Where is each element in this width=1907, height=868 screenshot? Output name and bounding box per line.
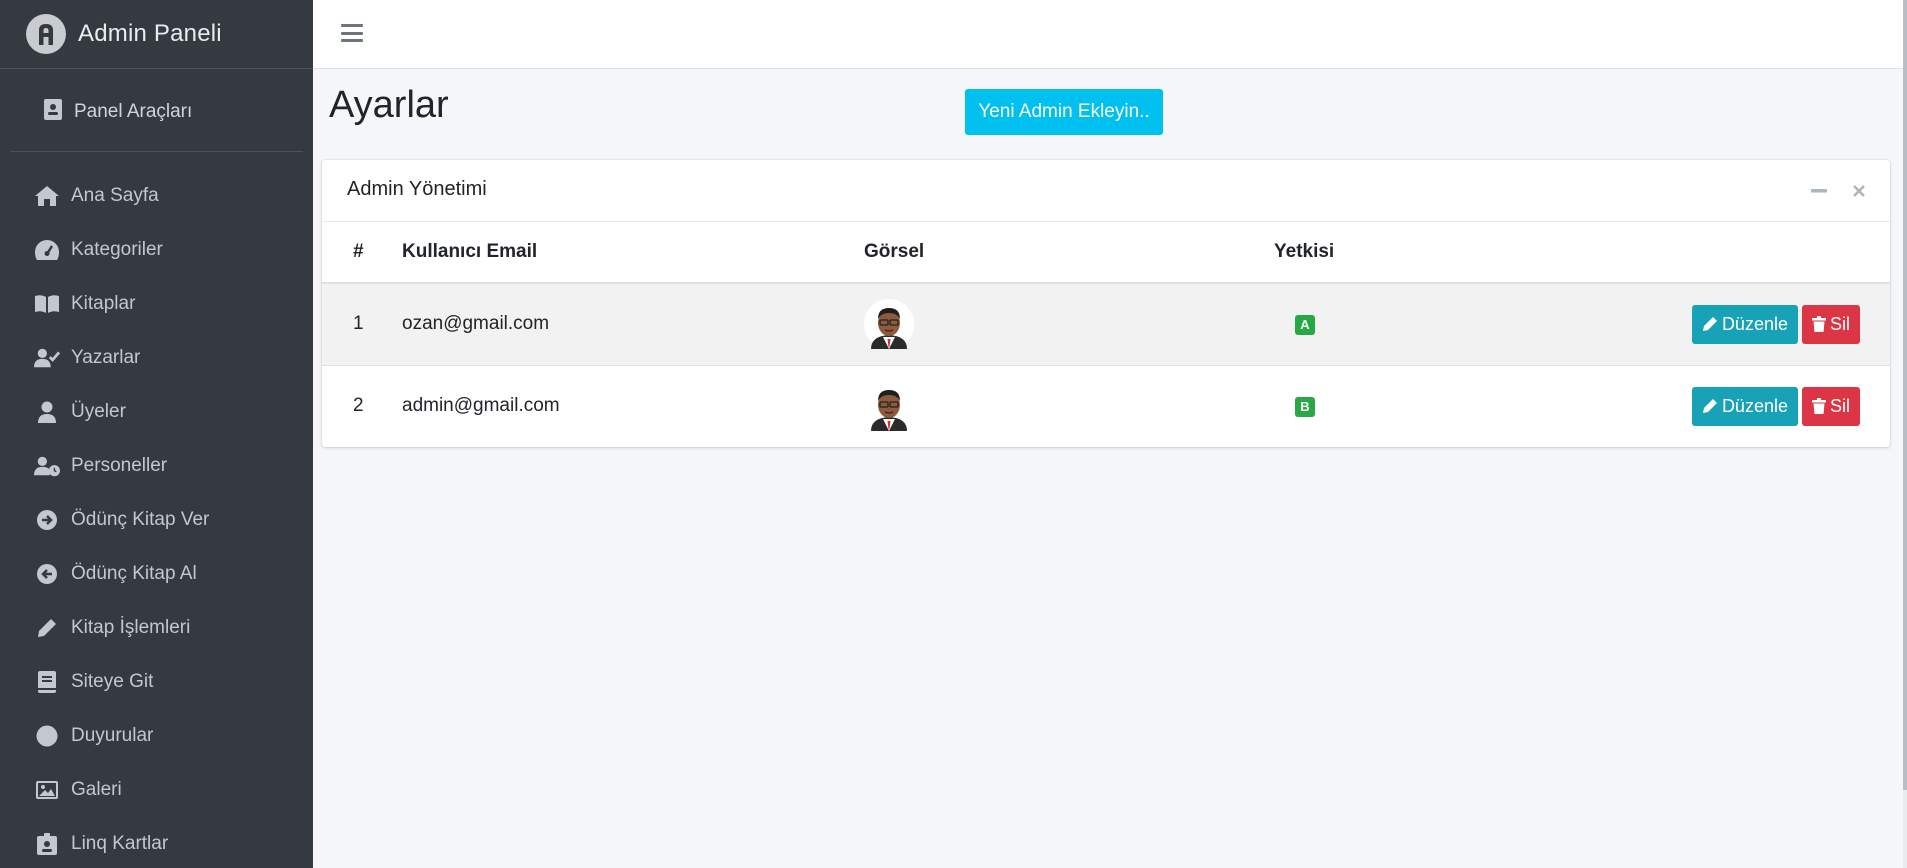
edit-button-label: Düzenle — [1721, 313, 1788, 334]
collapse-icon[interactable] — [1809, 181, 1829, 201]
row-actions-cell: Düzenle Sil — [1474, 282, 1890, 365]
column-header-actions — [1474, 222, 1890, 284]
close-icon[interactable] — [1849, 181, 1869, 201]
row-email: ozan@gmail.com — [386, 282, 864, 365]
column-header-email: Kullanıcı Email — [386, 222, 864, 284]
user-icon — [34, 399, 60, 425]
edit-button[interactable]: Düzenle — [1691, 304, 1798, 344]
page-scrollbar[interactable] — [1903, 0, 1907, 868]
sidebar-item-label: Galeri — [71, 779, 122, 800]
card-header: Admin Yönetimi — [322, 160, 1890, 222]
pencil-icon — [1702, 317, 1717, 332]
edit-button[interactable]: Düzenle — [1691, 386, 1798, 426]
sidebar-item-label: Duyurular — [71, 725, 154, 746]
role-badge: B — [1295, 397, 1315, 418]
sidebar-item-duyurular[interactable]: Duyurular — [0, 709, 313, 763]
row-role-cell: A — [1274, 282, 1474, 365]
row-role-cell: B — [1274, 364, 1474, 447]
sidebar-item-label: Kitaplar — [71, 293, 136, 314]
sidebar-item-label: Siteye Git — [71, 671, 154, 692]
admin-avatar — [864, 299, 914, 350]
arrow-circle-left-icon — [34, 561, 60, 587]
admin-table: # Kullanıcı Email Görsel Yetkisi 1 ozan@… — [322, 222, 1890, 447]
book-icon — [34, 669, 60, 695]
sidebar-item-label: Ödünç Kitap Ver — [71, 509, 210, 530]
sidebar-item-kitaplar[interactable]: Kitaplar — [0, 277, 313, 331]
table-row: 2 admin@gmail.com B Düzenle Sil — [322, 364, 1890, 447]
sidebar-item-label: Kitap İşlemleri — [71, 617, 191, 638]
sidebar-item-galeri[interactable]: Galeri — [0, 763, 313, 817]
row-index: 1 — [322, 282, 386, 365]
admin-avatar — [864, 381, 914, 432]
delete-button-label: Sil — [1829, 395, 1850, 416]
sidebar-item-yazarlar[interactable]: Yazarlar — [0, 331, 313, 385]
sidebar-item-label: Personeller — [71, 455, 168, 476]
sidebar-item-label: Linq Kartlar — [71, 833, 169, 854]
circle-icon — [34, 723, 60, 749]
gauge-icon — [34, 237, 60, 263]
trash-icon — [1811, 316, 1826, 333]
home-icon — [34, 183, 60, 209]
brand-title: Admin Paneli — [78, 20, 222, 47]
row-image-cell — [864, 364, 1274, 447]
image-icon — [34, 777, 60, 803]
admin-logo-icon — [26, 14, 66, 54]
delete-button[interactable]: Sil — [1801, 304, 1860, 344]
delete-button-label: Sil — [1829, 313, 1850, 334]
user-check-icon — [34, 345, 60, 371]
sidebar-item-siteye-git[interactable]: Siteye Git — [0, 655, 313, 709]
sidebar-item-uyeler[interactable]: Üyeler — [0, 385, 313, 439]
book-open-icon — [34, 291, 60, 317]
row-image-cell — [864, 282, 1274, 365]
column-header-image: Görsel — [864, 222, 1274, 284]
edit-button-label: Düzenle — [1721, 395, 1788, 416]
id-card-icon — [44, 99, 62, 125]
row-email: admin@gmail.com — [386, 364, 864, 447]
trash-icon — [1811, 398, 1826, 415]
sidebar-item-label: Ana Sayfa — [71, 185, 159, 206]
id-badge-icon — [34, 831, 60, 857]
page-title: Ayarlar — [329, 84, 449, 126]
scrollbar-thumb[interactable] — [1903, 0, 1907, 790]
row-actions-cell: Düzenle Sil — [1474, 364, 1890, 447]
menu-toggle-icon[interactable] — [341, 22, 363, 44]
sidebar-item-kategoriler[interactable]: Kategoriler — [0, 223, 313, 277]
column-header-index: # — [322, 222, 386, 284]
add-admin-button[interactable]: Yeni Admin Ekleyin.. — [965, 89, 1163, 135]
row-index: 2 — [322, 364, 386, 447]
sidebar-item-odunc-kitap-al[interactable]: Ödünç Kitap Al — [0, 547, 313, 601]
admin-management-card: Admin Yönetimi # Kullanıcı Email Görsel … — [322, 160, 1890, 447]
sidebar-item-label: Kategoriler — [71, 239, 163, 260]
sidebar-nav: Ana Sayfa Kategoriler Kitaplar Yazarlar … — [0, 152, 313, 868]
sidebar-item-kitap-islemleri[interactable]: Kitap İşlemleri — [0, 601, 313, 655]
table-row: 1 ozan@gmail.com A Düzenle Sil — [322, 282, 1890, 365]
delete-button[interactable]: Sil — [1801, 386, 1860, 426]
pencil-icon — [34, 615, 60, 641]
sidebar-item-ana-sayfa[interactable]: Ana Sayfa — [0, 169, 313, 223]
sidebar-item-linq-kartlar[interactable]: Linq Kartlar — [0, 817, 313, 868]
sidebar-item-label: Ödünç Kitap Al — [71, 563, 197, 584]
card-title: Admin Yönetimi — [347, 178, 487, 200]
sidebar-item-label: Yazarlar — [71, 347, 141, 368]
sidebar-item-odunc-kitap-ver[interactable]: Ödünç Kitap Ver — [0, 493, 313, 547]
sidebar: Admin Paneli Panel Araçları Ana Sayfa Ka… — [0, 0, 313, 868]
table-header-row: # Kullanıcı Email Görsel Yetkisi — [322, 222, 1890, 284]
arrow-circle-right-icon — [34, 507, 60, 533]
top-navbar — [313, 0, 1903, 69]
panel-tools-label: Panel Araçları — [74, 101, 193, 122]
pencil-icon — [1702, 399, 1717, 414]
panel-tools-link[interactable]: Panel Araçları — [10, 69, 303, 152]
user-clock-icon — [34, 453, 60, 479]
role-badge: A — [1295, 315, 1315, 336]
sidebar-item-personeller[interactable]: Personeller — [0, 439, 313, 493]
column-header-role: Yetkisi — [1274, 222, 1474, 284]
sidebar-item-label: Üyeler — [71, 401, 126, 422]
brand-link[interactable]: Admin Paneli — [0, 0, 313, 69]
